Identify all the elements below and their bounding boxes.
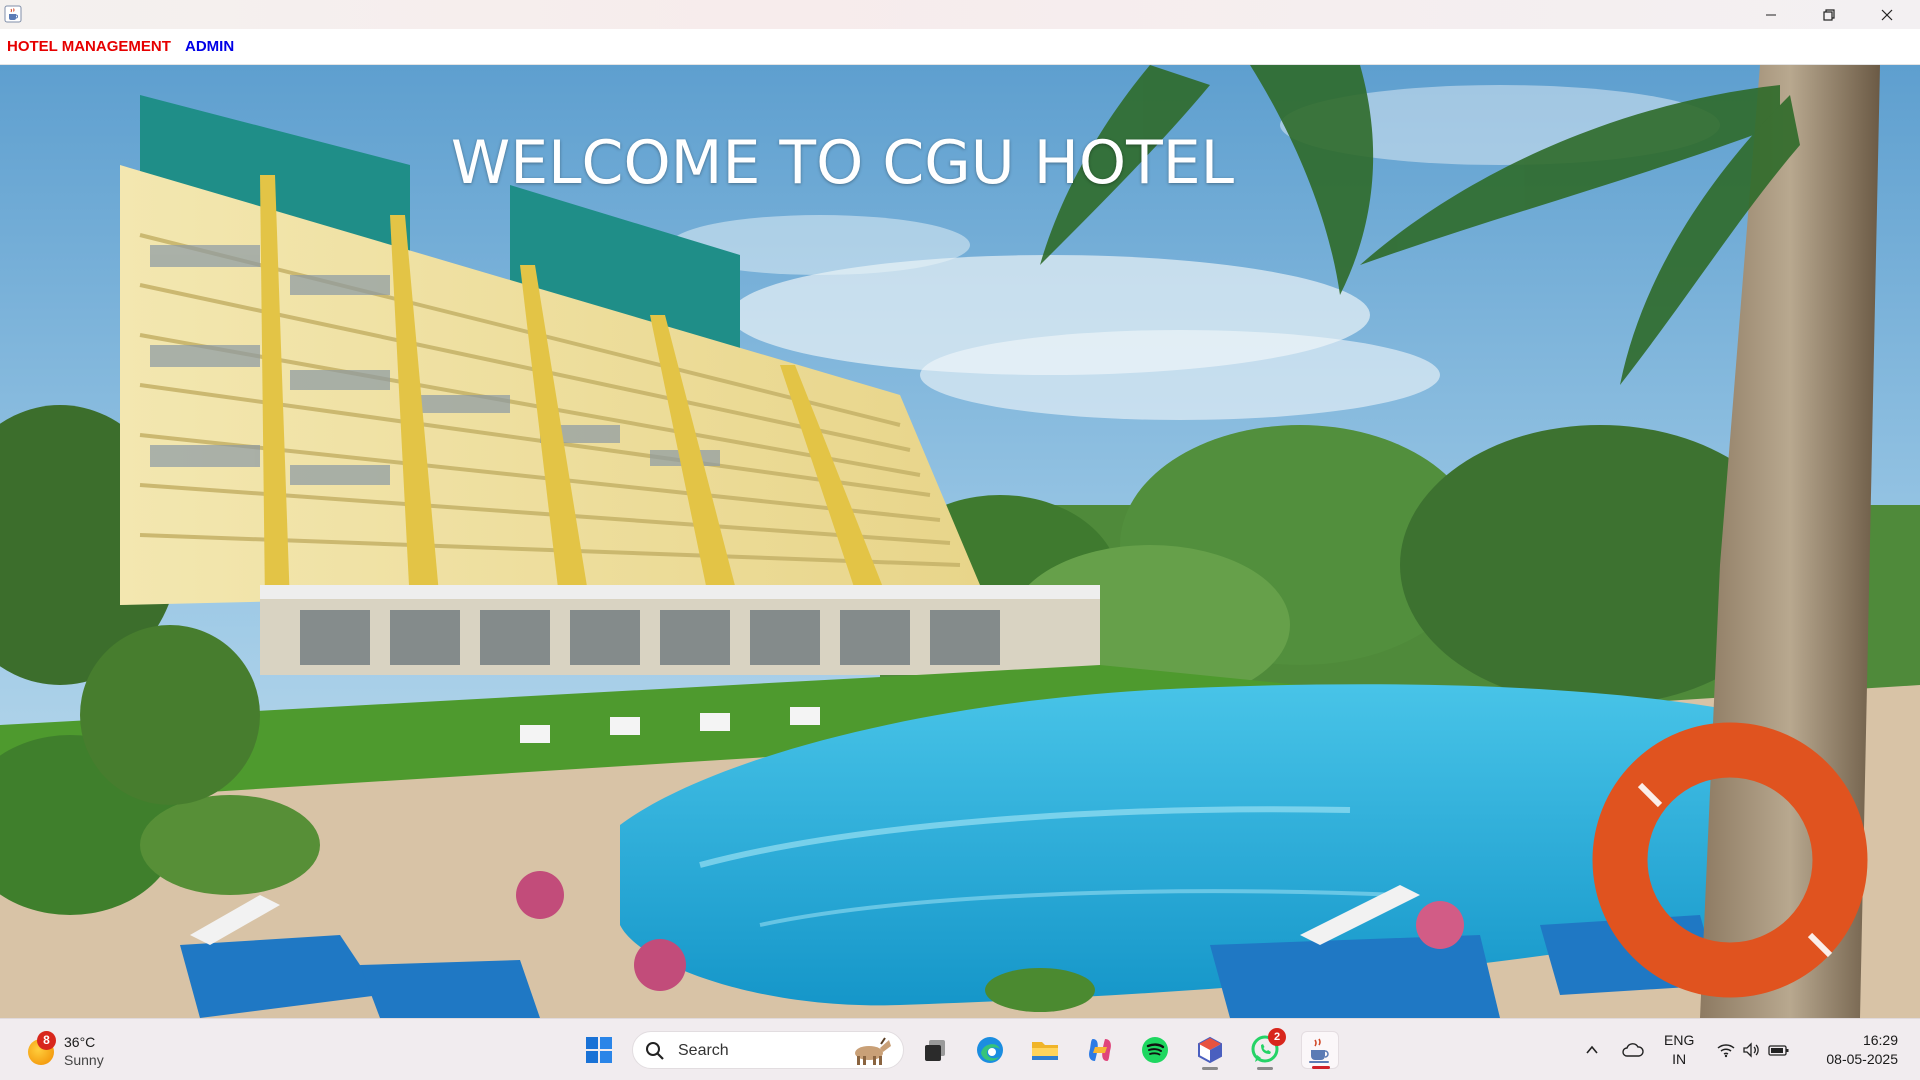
window-title-bar — [0, 0, 1920, 29]
copilot-button[interactable] — [1081, 1031, 1119, 1069]
close-button[interactable] — [1858, 0, 1916, 29]
show-hidden-icons-button[interactable] — [1573, 1031, 1611, 1069]
java-cup-icon — [1309, 1038, 1329, 1063]
windows-logo-icon — [586, 1037, 612, 1063]
close-icon — [1881, 9, 1893, 20]
task-view-icon — [925, 1040, 945, 1061]
maximize-button[interactable] — [1800, 0, 1858, 29]
maximize-icon — [1823, 8, 1835, 21]
search-placeholder: Search — [678, 1042, 729, 1059]
volume-icon — [1743, 1042, 1759, 1058]
menu-admin[interactable]: ADMIN — [185, 38, 234, 55]
start-button[interactable] — [580, 1031, 618, 1069]
minimize-button[interactable] — [1742, 0, 1800, 29]
cube-icon — [1198, 1036, 1222, 1064]
language-region: IN — [1672, 1051, 1687, 1067]
menu-bar: HOTEL MANAGEMENT ADMIN — [0, 29, 1920, 65]
menu-hotel-management[interactable]: HOTEL MANAGEMENT — [7, 38, 171, 55]
hotel-pool-photo — [0, 65, 1920, 1018]
search-icon — [646, 1042, 664, 1060]
language-indicator[interactable]: ENG IN — [1664, 1031, 1694, 1069]
battery-icon — [1768, 1045, 1789, 1056]
minimize-icon — [1766, 14, 1776, 15]
app-running-indicator — [1202, 1067, 1218, 1070]
weather-condition: Sunny — [64, 1052, 104, 1068]
java-cup-icon — [4, 5, 22, 23]
folder-icon — [1032, 1042, 1058, 1060]
taskbar: 8 36°C Sunny Search 2 ENG IN 16:29 08-05… — [0, 1018, 1920, 1080]
weather-temperature: 36°C — [64, 1034, 96, 1050]
spotify-button[interactable] — [1136, 1031, 1174, 1069]
onedrive-button[interactable] — [1614, 1031, 1652, 1069]
weather-widget[interactable]: 8 36°C Sunny — [24, 1031, 144, 1071]
whatsapp-button[interactable]: 2 — [1246, 1028, 1286, 1070]
taskbar-search[interactable]: Search — [632, 1031, 904, 1069]
hero-background: WELCOME TO CGU HOTEL — [0, 65, 1920, 1018]
cloud-icon — [1622, 1043, 1644, 1057]
copilot-icon — [1089, 1039, 1111, 1061]
clock-date: 08-05-2025 — [1826, 1051, 1898, 1067]
file-explorer-button[interactable] — [1026, 1031, 1064, 1069]
java-app-button[interactable] — [1301, 1031, 1339, 1069]
wifi-icon — [1717, 1044, 1735, 1058]
edge-button[interactable] — [971, 1031, 1009, 1069]
cube-app-button[interactable] — [1191, 1031, 1229, 1070]
whatsapp-notification-badge: 2 — [1268, 1028, 1286, 1046]
clock[interactable]: 16:29 08-05-2025 — [1812, 1031, 1898, 1069]
language-code: ENG — [1664, 1032, 1695, 1048]
chevron-up-icon — [1586, 1045, 1598, 1054]
weather-badge: 8 — [37, 1031, 56, 1050]
spotify-icon — [1142, 1037, 1168, 1063]
app-running-indicator — [1257, 1067, 1273, 1070]
task-view-button[interactable] — [917, 1031, 955, 1069]
clock-time: 16:29 — [1862, 1032, 1898, 1048]
quick-settings-button[interactable] — [1708, 1031, 1798, 1069]
search-highlight-horse-icon — [855, 1037, 891, 1065]
welcome-heading: WELCOME TO CGU HOTEL — [450, 128, 1235, 198]
edge-icon — [977, 1037, 1003, 1063]
app-active-indicator — [1312, 1066, 1330, 1069]
